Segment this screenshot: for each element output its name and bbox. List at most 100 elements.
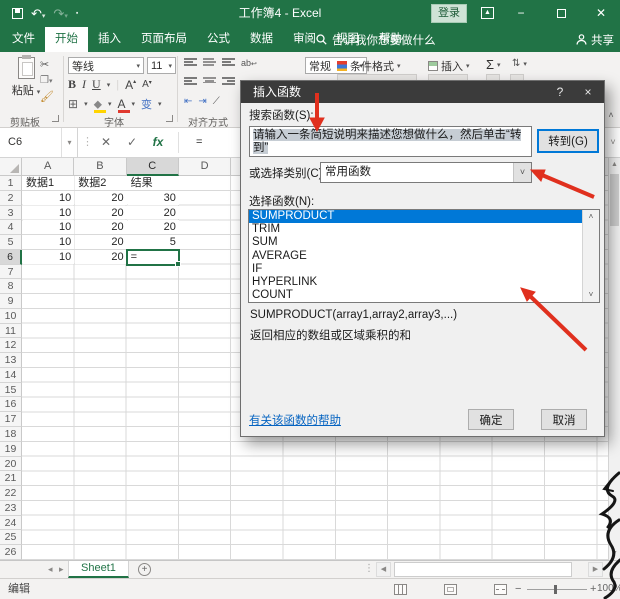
column-header-D[interactable]: D [179, 158, 231, 176]
normal-view-icon[interactable] [394, 584, 407, 595]
chevron-down-icon[interactable]: ˅ [513, 163, 531, 182]
category-dropdown[interactable]: 常用函数 ˅ [320, 162, 532, 183]
cell-B3[interactable]: 20 [75, 206, 126, 220]
cell-A6[interactable]: 10 [23, 250, 74, 264]
align-left-icon[interactable] [184, 77, 197, 87]
expand-formula-bar-icon[interactable]: ˅ [606, 128, 620, 157]
zoom-slider-track[interactable] [527, 589, 587, 590]
ok-button[interactable]: 确定 [468, 409, 514, 430]
new-sheet-button[interactable]: + [138, 563, 151, 576]
cell-B6[interactable]: 20 [75, 250, 126, 264]
row-header-5[interactable]: 5 [0, 235, 22, 250]
row-header-11[interactable]: 11 [0, 324, 22, 339]
tab-文件[interactable]: 文件 [2, 27, 45, 52]
row-header-23[interactable]: 23 [0, 501, 22, 516]
tab-开始[interactable]: 开始 [45, 27, 88, 52]
row-header-4[interactable]: 4 [0, 220, 22, 235]
function-help-link[interactable]: 有关该函数的帮助 [249, 412, 341, 428]
cell-C3[interactable]: 20 [128, 206, 179, 220]
grow-font-button[interactable]: A▴ [125, 78, 136, 92]
row-header-14[interactable]: 14 [0, 368, 22, 383]
function-item-TRIM[interactable]: TRIM [249, 223, 599, 236]
function-item-SUMPRODUCT[interactable]: SUMPRODUCT [249, 210, 599, 223]
row-header-24[interactable]: 24 [0, 516, 22, 531]
redo-button[interactable]: ↷▾ [53, 0, 67, 27]
dialog-close-icon[interactable]: × [574, 81, 602, 103]
scroll-left-icon[interactable]: ◀ [376, 562, 391, 577]
page-break-view-icon[interactable] [494, 584, 507, 595]
font-size-combo[interactable]: 11▾ [147, 57, 176, 74]
row-header-17[interactable]: 17 [0, 412, 22, 427]
wrap-text-button[interactable]: ab↩ [241, 58, 257, 68]
collapse-ribbon-icon[interactable]: ˄ [604, 108, 618, 122]
name-box[interactable]: C6 [0, 128, 62, 157]
cell-A2[interactable]: 10 [23, 191, 74, 205]
borders-button[interactable]: ⊞ [68, 97, 78, 111]
cell-C5[interactable]: 5 [128, 235, 179, 249]
zoom-level[interactable]: 100% [597, 579, 618, 599]
undo-button[interactable]: ↶▾ [31, 0, 45, 27]
align-right-icon[interactable] [222, 77, 235, 87]
prev-sheet-icon[interactable]: ◂ [48, 561, 53, 578]
row-header-13[interactable]: 13 [0, 353, 22, 368]
cell-C1[interactable]: 结果 [128, 176, 179, 190]
shrink-font-button[interactable]: A▾ [142, 79, 152, 90]
cell-B5[interactable]: 20 [75, 235, 126, 249]
row-header-1[interactable]: 1 [0, 176, 22, 191]
close-button[interactable]: ✕ [588, 0, 614, 27]
row-header-12[interactable]: 12 [0, 338, 22, 353]
row-header-25[interactable]: 25 [0, 530, 22, 545]
function-item-HYPERLINK[interactable]: HYPERLINK [249, 276, 599, 289]
page-layout-view-icon[interactable] [444, 584, 457, 595]
cell-C4[interactable]: 20 [128, 220, 179, 234]
cell-A5[interactable]: 10 [23, 235, 74, 249]
row-header-3[interactable]: 3 [0, 206, 22, 221]
cell-A4[interactable]: 10 [23, 220, 74, 234]
row-header-8[interactable]: 8 [0, 279, 22, 294]
tab-插入[interactable]: 插入 [88, 27, 131, 52]
tell-me-box[interactable]: 告诉我你想要做什么 [316, 27, 436, 52]
font-dialog-launcher[interactable] [166, 115, 173, 122]
tab-公式[interactable]: 公式 [197, 27, 240, 52]
vertical-scroll-thumb[interactable] [610, 174, 619, 226]
conditional-formatting-button[interactable]: 条件格式 ▾ [337, 58, 401, 74]
decrease-indent-icon[interactable]: ⇤ [184, 96, 192, 107]
fill-color-button[interactable]: ⬥ [94, 98, 102, 110]
cell-A1[interactable]: 数据1 [23, 176, 74, 190]
column-header-C[interactable]: C [127, 158, 179, 176]
function-item-IF[interactable]: IF [249, 263, 599, 276]
align-bottom-icon[interactable] [222, 58, 235, 68]
name-box-dropdown-icon[interactable]: ▾ [62, 128, 78, 157]
search-function-input[interactable]: 请输入一条简短说明来描述您想做什么，然后单击“转到” [249, 126, 532, 157]
bold-button[interactable]: B [68, 77, 76, 92]
italic-button[interactable]: I [82, 77, 86, 92]
column-header-A[interactable]: A [22, 158, 74, 176]
row-header-9[interactable]: 9 [0, 294, 22, 309]
row-header-22[interactable]: 22 [0, 486, 22, 501]
cancel-entry-button[interactable]: ✕ [94, 128, 118, 157]
tab-页面布局[interactable]: 页面布局 [131, 27, 197, 52]
row-header-16[interactable]: 16 [0, 397, 22, 412]
font-name-combo[interactable]: 等线▾ [68, 57, 144, 74]
enter-entry-button[interactable]: ✓ [120, 128, 144, 157]
function-item-AVERAGE[interactable]: AVERAGE [249, 250, 599, 263]
zoom-slider-thumb[interactable] [554, 585, 557, 594]
cell-C6[interactable]: = [128, 250, 179, 264]
function-listbox[interactable]: SUMPRODUCTTRIMSUMAVERAGEIFHYPERLINKCOUNT… [248, 209, 600, 303]
next-sheet-icon[interactable]: ▸ [59, 561, 64, 578]
row-header-20[interactable]: 20 [0, 457, 22, 472]
copy-button[interactable]: ❐▾ [40, 75, 54, 86]
phonetic-guide-button[interactable]: 变 [141, 96, 152, 112]
vertical-scrollbar[interactable]: ▲ ▼ [608, 158, 620, 560]
login-button[interactable]: 登录 [431, 4, 467, 23]
dialog-help-icon[interactable]: ? [546, 81, 574, 103]
font-color-button[interactable]: A [118, 98, 126, 110]
share-button[interactable]: 共享 [576, 27, 614, 52]
cell-B2[interactable]: 20 [75, 191, 126, 205]
sort-filter-button[interactable]: ⇅ ▾ [512, 58, 527, 69]
list-scrollbar[interactable]: ˄ ˅ [582, 210, 599, 302]
autosum-button[interactable]: Σ ▾ [486, 57, 501, 72]
sheet-tab-sheet1[interactable]: Sheet1 [68, 561, 129, 578]
function-item-SUM[interactable]: SUM [249, 236, 599, 249]
function-item-COUNT[interactable]: COUNT [249, 289, 599, 302]
